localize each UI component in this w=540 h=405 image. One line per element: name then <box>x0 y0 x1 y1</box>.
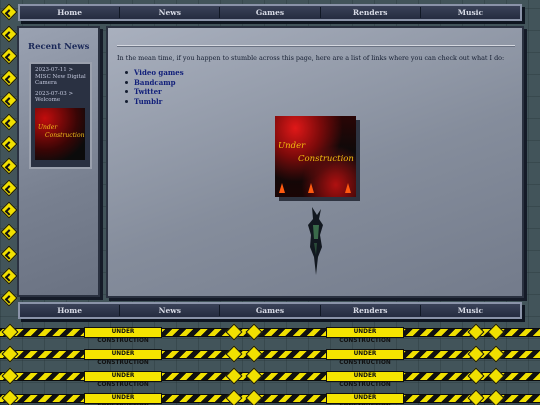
caution-sign-icon <box>0 157 18 175</box>
news-box: 2023-07-11 > MISC New Digital Camera 202… <box>29 62 92 169</box>
divider <box>117 45 515 47</box>
caution-tape <box>0 372 540 381</box>
caution-sign-icon <box>0 91 18 109</box>
tape-label: UNDER CONSTRUCTION <box>84 327 162 344</box>
caution-sign-icon <box>1 367 19 385</box>
caution-sign-icon <box>0 47 18 65</box>
caution-sign-icon <box>0 135 18 153</box>
intro-text: In the mean time, if you happen to stumb… <box>117 54 505 62</box>
caution-sign-icon <box>0 223 18 241</box>
caution-tape <box>0 328 540 337</box>
caution-sign-icon <box>0 267 18 285</box>
caution-sign-icon <box>225 323 243 341</box>
thumb-text-construction: Construction <box>45 131 85 139</box>
nav-news[interactable]: News <box>120 7 221 18</box>
caution-sign-icon <box>487 367 505 385</box>
tape-label: UNDER CONSTRUCTION <box>326 371 404 388</box>
news-item-camera[interactable]: 2023-07-11 > MISC New Digital Camera <box>35 67 86 87</box>
traffic-cone-icon <box>308 183 314 193</box>
caution-sign-icon <box>0 245 18 263</box>
recent-news-sidebar: Recent News 2023-07-11 > MISC New Digita… <box>17 26 100 297</box>
main-panel: In the mean time, if you happen to stumb… <box>106 26 524 298</box>
tape-label: UNDER CONSTRUCTION <box>84 393 162 405</box>
caution-sign-icon <box>245 345 263 363</box>
tape-label: UNDER CONSTRUCTION <box>326 327 404 344</box>
caution-sign-icon <box>467 323 485 341</box>
traffic-cone-icon <box>345 183 351 193</box>
nav-news[interactable]: News <box>120 305 221 316</box>
nav-music[interactable]: Music <box>421 7 520 18</box>
caution-sign-icon <box>0 113 18 131</box>
traffic-cone-icon <box>279 183 285 193</box>
caution-sign-icon <box>1 345 19 363</box>
caution-sign-icon <box>225 345 243 363</box>
tape-label: UNDER CONSTRUCTION <box>84 349 162 366</box>
banner-text-under: Under <box>278 141 306 151</box>
caution-tape <box>0 394 540 403</box>
caution-sign-icon <box>487 345 505 363</box>
thumb-text-under: Under <box>38 123 58 131</box>
caution-sign-icon <box>467 367 485 385</box>
nav-renders[interactable]: Renders <box>321 7 421 18</box>
tape-label: UNDER CONSTRUCTION <box>84 371 162 388</box>
caution-sign-icon <box>245 367 263 385</box>
caution-sign-icon <box>0 3 18 21</box>
link-tumblr[interactable]: Tumblr <box>125 97 184 107</box>
sidebar-title: Recent News <box>28 42 90 52</box>
caution-sign-icon <box>0 25 18 43</box>
caution-sign-icon <box>225 367 243 385</box>
link-bandcamp[interactable]: Bandcamp <box>125 78 184 88</box>
nav-music[interactable]: Music <box>421 305 520 316</box>
nav-games[interactable]: Games <box>220 305 321 316</box>
nav-games[interactable]: Games <box>220 7 321 18</box>
caution-sign-icon <box>245 323 263 341</box>
caution-sign-icon <box>0 201 18 219</box>
caution-tape <box>0 350 540 359</box>
caution-sign-icon <box>1 323 19 341</box>
caution-sign-icon <box>0 179 18 197</box>
under-construction-banner: Under Construction <box>275 116 356 197</box>
banner-text-construction: Construction <box>298 154 354 164</box>
creature-figure-image <box>308 207 323 275</box>
tape-label: UNDER CONSTRUCTION <box>326 393 404 405</box>
link-video-games[interactable]: Video games <box>125 68 184 78</box>
nav-home[interactable]: Home <box>20 7 121 18</box>
nav-home[interactable]: Home <box>20 305 121 316</box>
caution-sign-icon <box>487 323 505 341</box>
link-twitter[interactable]: Twitter <box>125 87 184 97</box>
bottom-navbar: Home News Games Renders Music <box>18 302 522 319</box>
top-navbar: Home News Games Renders Music <box>18 4 522 21</box>
caution-sign-icon <box>467 345 485 363</box>
caution-sign-icon <box>0 69 18 87</box>
under-construction-thumbnail[interactable]: Under Construction <box>35 107 85 160</box>
caution-sign-icon <box>0 289 18 307</box>
news-item-welcome[interactable]: 2023-07-03 > Welcome <box>35 91 86 104</box>
links-list: Video games Bandcamp Twitter Tumblr <box>125 68 184 106</box>
nav-renders[interactable]: Renders <box>321 305 421 316</box>
tape-label: UNDER CONSTRUCTION <box>326 349 404 366</box>
